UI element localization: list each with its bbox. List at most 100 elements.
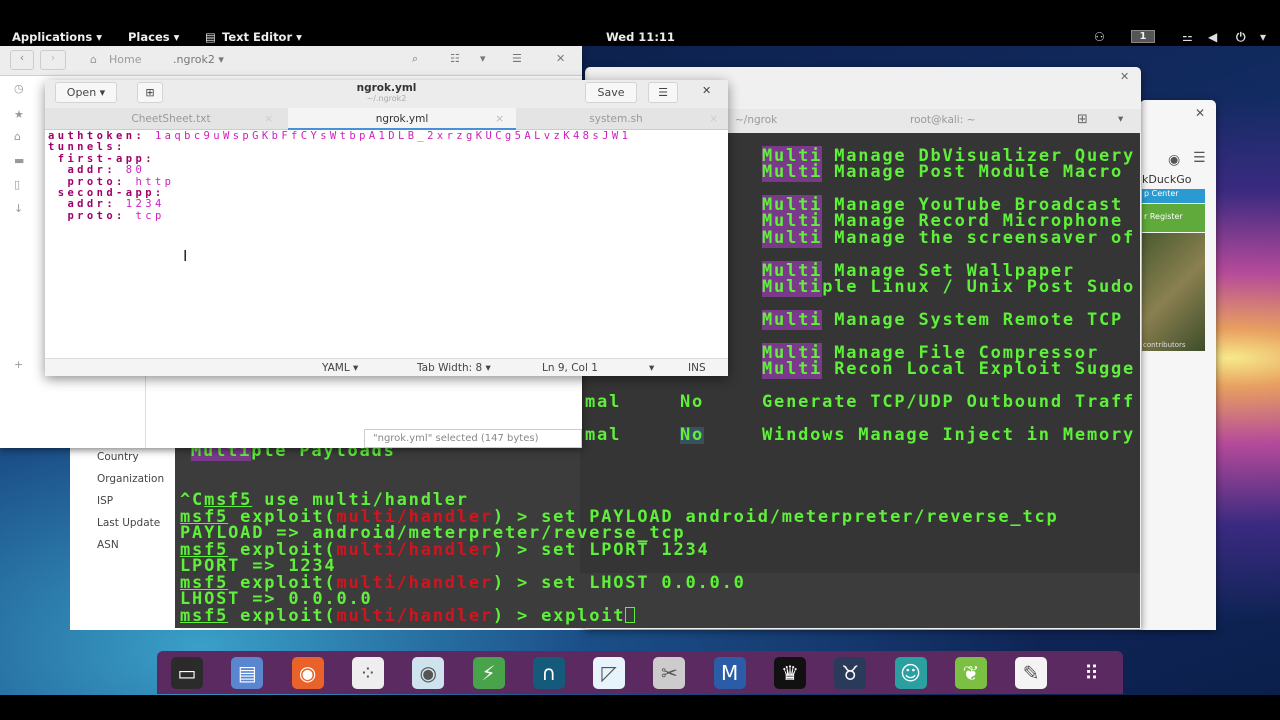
list-view-icon[interactable]: ☷ (450, 52, 460, 65)
prompt: msf5 (180, 606, 229, 626)
tab-system-sh[interactable]: system.sh × (502, 108, 730, 130)
field-asn: ASN (97, 539, 119, 551)
command: set LPORT 1234 (541, 540, 710, 560)
clock[interactable]: Wed 11:11 (606, 30, 675, 44)
view-options-chevron-icon[interactable]: ▾ (480, 52, 486, 65)
hamburger-menu-icon[interactable]: ☰ (1193, 150, 1206, 166)
prompt-close: ) > (492, 540, 542, 560)
yaml-key: proto: (48, 209, 126, 222)
yaml-key: tunnels: (48, 141, 126, 154)
module-row: Multi Manage System Remote TCP (762, 310, 1124, 330)
text-editor-window: Open ▾ ⊞ ngrok.yml ~/.ngrok2 Save ☰ ✕ Ch… (45, 80, 728, 376)
register-button[interactable]: r Register (1142, 204, 1205, 232)
sidebar-downloads-icon[interactable]: ↓ (14, 202, 23, 215)
breadcrumb-home[interactable]: Home (109, 53, 141, 66)
back-button[interactable]: ‹ (10, 50, 34, 70)
sidebar-recent-icon[interactable]: ◷ (14, 82, 24, 95)
sidebar-home-icon[interactable]: ⌂ (14, 130, 21, 143)
terminal-tab[interactable]: root@kali: ~ (910, 114, 975, 126)
menu-icon[interactable]: ☰ (512, 52, 522, 65)
code-line: authtoken: 1aqbc9uWspGKbFfCYsWtbpA1DLB_2… (48, 130, 632, 142)
workspace-indicator[interactable]: 1 (1131, 30, 1155, 43)
hamburger-menu-icon[interactable]: ☰ (648, 82, 678, 103)
site-title: kDuckGo (1142, 173, 1192, 186)
help-center-link[interactable]: p Center (1142, 189, 1205, 203)
terminal-tab[interactable]: ~/ngrok (735, 114, 777, 126)
hacker-avatar-icon[interactable]: ☺ (894, 657, 927, 689)
places-menu[interactable]: Places ▾ (128, 30, 179, 44)
module-highlight: Multi (762, 162, 823, 182)
map-image: contributors (1142, 233, 1205, 351)
metasploit-icon[interactable]: M (713, 657, 746, 689)
tab-label: ngrok.yml (375, 113, 429, 125)
system-menu-chevron-icon[interactable]: ▾ (1260, 30, 1266, 44)
editor-text-area[interactable]: authtoken: 1aqbc9uWspGKbFfCYsWtbpA1DLB_2… (45, 130, 728, 358)
burp-ish-icon[interactable]: ⚡ (472, 657, 505, 689)
close-icon[interactable]: ✕ (1195, 106, 1205, 120)
applications-menu[interactable]: Applications ▾ (12, 30, 102, 44)
volume-icon[interactable]: ◀ (1208, 30, 1217, 44)
prompt-close: ) > (492, 606, 542, 626)
firefox-icon[interactable]: ◉ (291, 657, 324, 689)
save-button[interactable]: Save (585, 82, 637, 103)
browser-window: ✕ ◉ ☰ kDuckGo p Center r Register contri… (1140, 100, 1216, 630)
yaml-value: 1aqbc9uWspGKbFfCYsWtbpA1DLB_2xrzgKUCg5AL… (145, 130, 632, 142)
cherrytree-icon[interactable]: ♛ (774, 657, 806, 689)
language-selector[interactable]: YAML ▾ (322, 362, 358, 374)
close-tab-icon[interactable]: × (264, 108, 273, 130)
tab-ngrok-yml[interactable]: ngrok.yml × (288, 108, 516, 130)
power-icon[interactable]: ⏻ (1236, 30, 1246, 45)
sidebar-other-locations-icon[interactable]: + (14, 358, 23, 371)
network-tray-icon[interactable]: ⚇ (1094, 30, 1105, 44)
close-tab-icon[interactable]: × (709, 108, 718, 130)
metasploit-armitage-icon[interactable]: ⁘ (351, 657, 384, 689)
account-icon[interactable]: ◉ (1168, 152, 1180, 168)
module-name: Manage System Remote TCP (822, 310, 1124, 330)
search-icon[interactable]: ⌕ (412, 52, 418, 66)
yaml-key: proto: (48, 175, 126, 188)
app-grid-icon[interactable]: ⠿ (1076, 657, 1108, 689)
leafpad-icon[interactable]: ❦ (954, 657, 987, 689)
sidebar-desktop-icon[interactable]: ▬ (14, 154, 24, 167)
files-icon[interactable]: ▤ (231, 657, 264, 689)
text-editor-menu[interactable]: Text Editor ▾ (222, 30, 302, 44)
field-country: Country (97, 451, 139, 463)
yaml-key: second-app: (48, 187, 165, 199)
close-icon[interactable]: ✕ (556, 52, 565, 65)
check-cell: No (680, 425, 705, 445)
check-cell: No (680, 392, 705, 412)
module-name: multi/handler (336, 606, 493, 626)
tab-cheetsheet[interactable]: CheetSheet.txt × (57, 108, 285, 130)
wireshark-icon[interactable]: ∩ (532, 657, 565, 689)
notes-icon[interactable]: ✎ (1015, 657, 1048, 689)
position-chevron-icon[interactable]: ▾ (649, 362, 654, 374)
maltego-icon[interactable]: ✂ (653, 657, 686, 689)
forward-button[interactable]: › (40, 50, 66, 70)
field-last-update: Last Update (97, 517, 161, 529)
top-panel: Applications ▾ Places ▾ ▤ Text Editor ▾ … (0, 28, 1280, 46)
breadcrumb-folder[interactable]: .ngrok2 ▾ (173, 53, 224, 66)
yaml-value: 80 (116, 164, 146, 177)
close-icon[interactable]: ✕ (702, 84, 711, 97)
sidebar-starred-icon[interactable]: ★ (14, 108, 24, 121)
eye-icon[interactable]: ◉ (412, 657, 445, 689)
zap-icon[interactable]: ◸ (593, 657, 626, 689)
module-row: Multi Recon Local Exploit Sugge (762, 359, 1135, 379)
beef-icon[interactable]: ♉ (834, 657, 867, 689)
terminal-icon[interactable]: ▭ (171, 657, 203, 689)
sidebar-documents-icon[interactable]: ▯ (14, 178, 20, 191)
module-name: Windows Manage Inject in Memory (762, 425, 1136, 445)
prompt-close: ) > (492, 573, 542, 593)
tab-menu-chevron-icon[interactable]: ▾ (1118, 113, 1123, 125)
home-icon: ⌂ (90, 53, 97, 66)
module-highlight: Multi (762, 228, 823, 248)
cursor-position[interactable]: Ln 9, Col 1 (542, 362, 598, 374)
new-tab-icon[interactable]: ⊞ (1077, 112, 1088, 127)
close-icon[interactable]: ✕ (1120, 70, 1129, 83)
network-icon[interactable]: ⚍ (1182, 30, 1193, 44)
yaml-value: http (125, 175, 175, 188)
tab-width-selector[interactable]: Tab Width: 8 ▾ (417, 362, 491, 374)
tab-label: CheetSheet.txt (131, 113, 211, 125)
yaml-key: addr: (48, 198, 117, 211)
module-highlight: Multi (762, 359, 823, 379)
